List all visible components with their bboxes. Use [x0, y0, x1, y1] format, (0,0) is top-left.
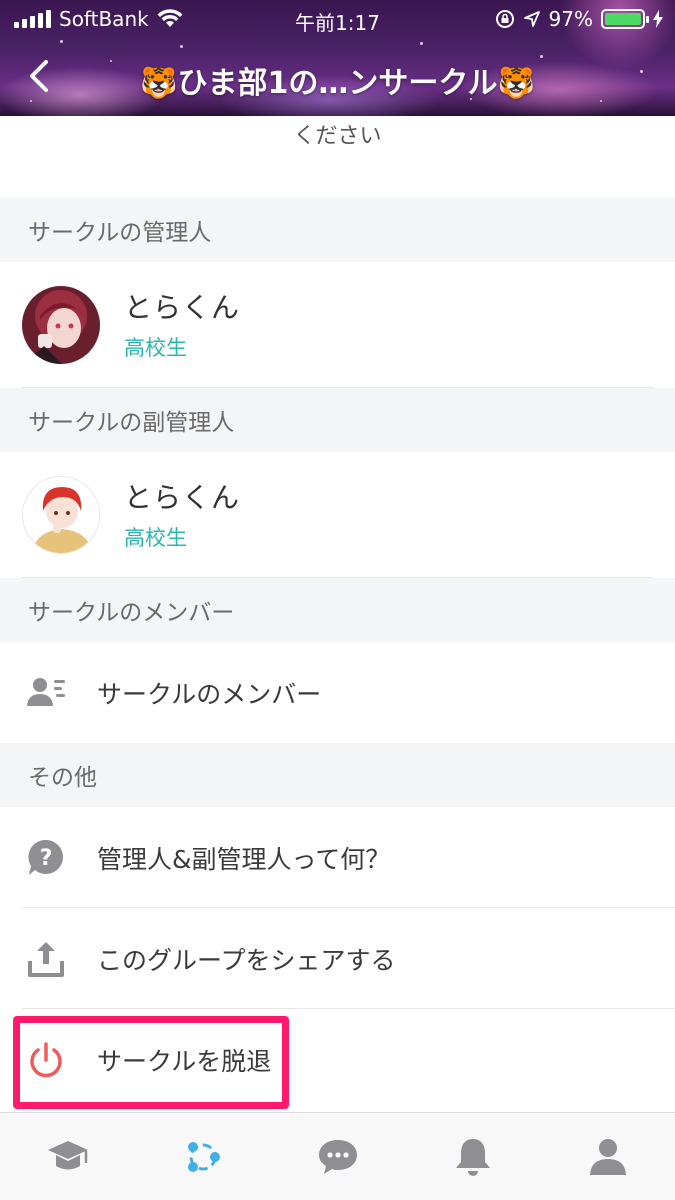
battery-percent: 97% [548, 7, 593, 31]
description-tail: ください [293, 124, 382, 149]
tab-chat[interactable] [270, 1113, 405, 1200]
question-bubble-icon: ? [28, 839, 63, 875]
graduation-cap-icon [47, 1140, 88, 1169]
location-arrow-icon [523, 11, 540, 27]
tab-circle[interactable] [135, 1113, 270, 1200]
rotation-lock-icon [495, 10, 514, 28]
circle-network-icon [187, 1141, 220, 1172]
tab-notifications[interactable] [405, 1113, 540, 1200]
subadmin-avatar[interactable] [22, 476, 100, 554]
member-list-icon [27, 678, 65, 706]
section-header-members: サークルのメンバー [0, 578, 675, 642]
status-bar: SoftBank 午前1:17 97% [0, 0, 675, 38]
admin-grade: 高校生 [124, 336, 187, 360]
subadmin-name: とらくん [124, 481, 241, 514]
subadmin-grade: 高校生 [124, 526, 187, 550]
members-row[interactable]: サークルのメンバー [0, 642, 675, 743]
chat-bubble-icon [318, 1139, 357, 1174]
charging-bolt-icon [653, 10, 663, 28]
admin-info-row[interactable]: ? 管理人&副管理人って何？ [0, 807, 675, 908]
share-group-label: このグループをシェアする [97, 945, 396, 975]
tab-school[interactable] [0, 1113, 135, 1200]
admin-info-label: 管理人&副管理人って何？ [97, 844, 391, 874]
page-title: 🐯ひま部1の…ンサークル🐯 [140, 66, 535, 101]
tab-profile[interactable] [540, 1113, 675, 1200]
section-header-admin: サークルの管理人 [0, 198, 675, 262]
leave-circle-label: サークルを脱退 [97, 1046, 272, 1076]
subadmin-row[interactable]: とらくん 高校生 [0, 452, 675, 578]
content: ください サークルの管理人 とらくん 高校生 サークルの副管理人 とらくん 高校… [0, 116, 675, 1110]
power-icon [30, 1042, 62, 1078]
admin-name: とらくん [124, 291, 241, 324]
share-upload-icon [28, 942, 64, 977]
section-header-other: その他 [0, 743, 675, 807]
back-button[interactable] [22, 56, 62, 96]
svg-text:?: ? [40, 846, 53, 871]
bell-icon [455, 1138, 490, 1176]
header: SoftBank 午前1:17 97% 🐯ひま部1の…ンサークル🐯 [0, 0, 675, 116]
battery-icon [601, 9, 649, 29]
status-right: 97% [495, 7, 663, 31]
chevron-left-icon [30, 60, 48, 92]
section-header-subadmin: サークルの副管理人 [0, 388, 675, 452]
share-group-row[interactable]: このグループをシェアする [0, 908, 675, 1009]
members-row-label: サークルのメンバー [97, 679, 322, 709]
tab-bar [0, 1112, 675, 1200]
admin-row[interactable]: とらくん 高校生 [0, 262, 675, 388]
nav-bar: 🐯ひま部1の…ンサークル🐯 [0, 50, 675, 104]
leave-circle-row[interactable]: サークルを脱退 [0, 1009, 675, 1110]
profile-icon [589, 1138, 626, 1175]
admin-avatar[interactable] [22, 286, 100, 364]
